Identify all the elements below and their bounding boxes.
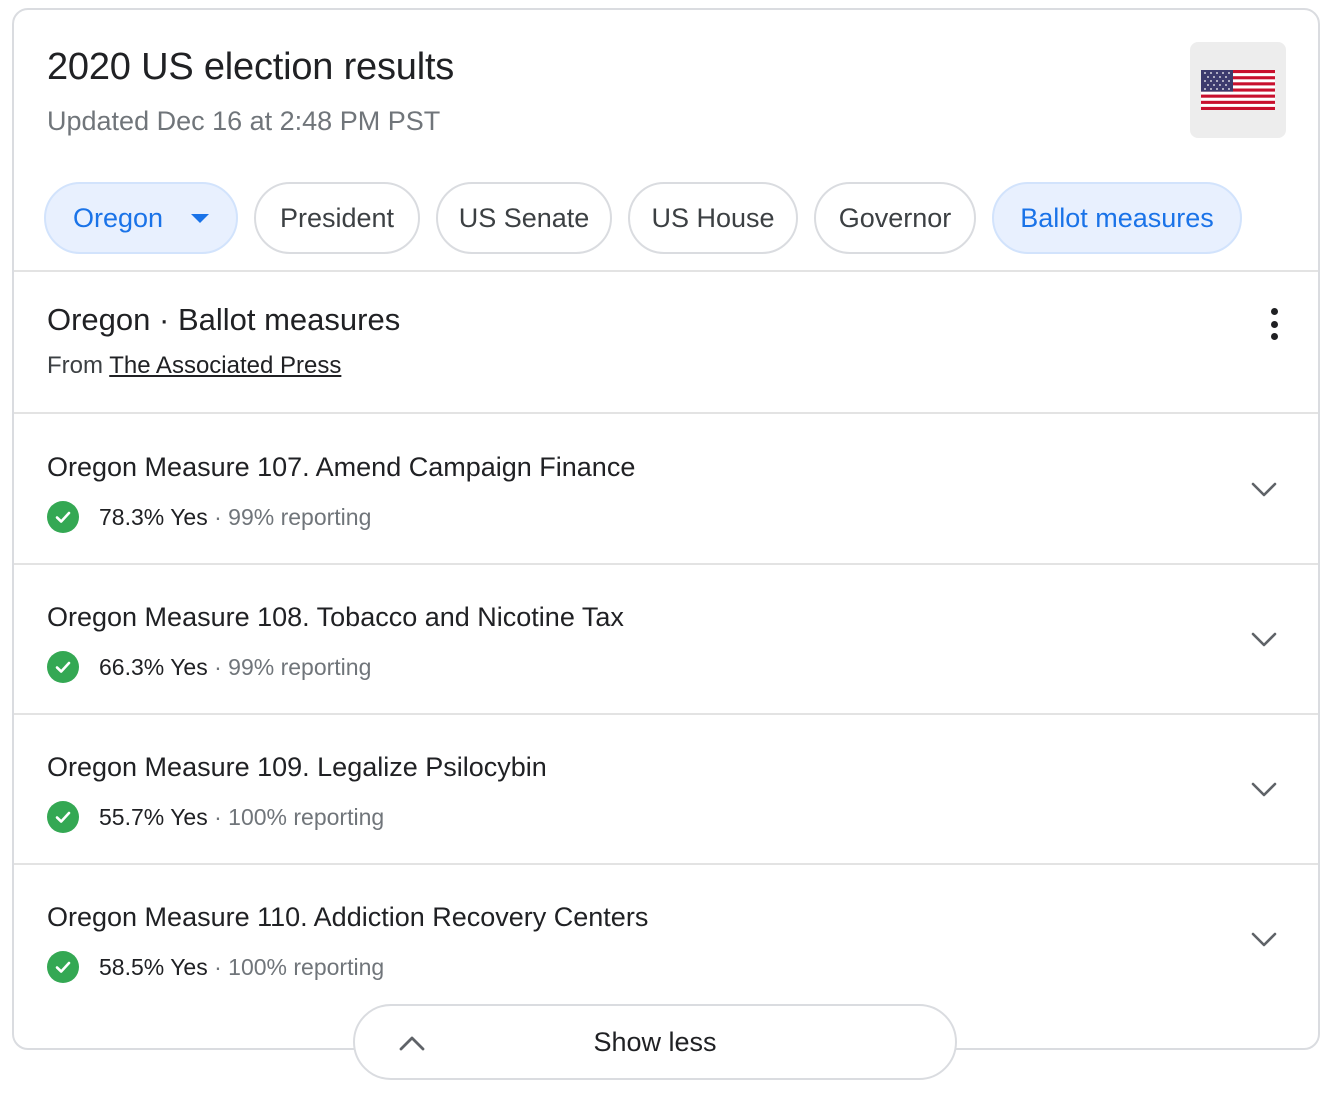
election-results-card: 2020 US election results Updated Dec 16 … — [12, 8, 1320, 1050]
chip-ballot-measures[interactable]: Ballot measures — [992, 182, 1242, 254]
measure-title: Oregon Measure 108. Tobacco and Nicotine… — [47, 602, 624, 632]
show-less-button[interactable]: Show less — [353, 1004, 957, 1080]
reporting-status: · 99% reporting — [214, 503, 372, 530]
chevron-down-icon[interactable] — [1248, 474, 1280, 506]
result-percent: 66.3% Yes — [99, 653, 208, 680]
result-percent: 58.5% Yes — [99, 953, 208, 980]
updated-timestamp: Updated Dec 16 at 2:48 PM PST — [47, 106, 441, 136]
chip-label: Governor — [838, 202, 952, 233]
section-title: Oregon · Ballot measures — [47, 302, 401, 337]
chip-us-senate[interactable]: US Senate — [436, 182, 612, 254]
chevron-down-icon[interactable] — [1248, 924, 1280, 956]
check-icon — [47, 651, 79, 683]
measure-title: Oregon Measure 110. Addiction Recovery C… — [47, 902, 649, 932]
chevron-up-icon — [399, 1036, 425, 1051]
chip-label: President — [279, 202, 395, 233]
measure-row[interactable]: Oregon Measure 110. Addiction Recovery C… — [14, 864, 1318, 1014]
chevron-down-icon[interactable] — [1248, 624, 1280, 656]
measure-result: 78.3% Yes · 99% reporting — [47, 500, 371, 534]
reporting-status: · 100% reporting — [214, 953, 385, 980]
measure-row[interactable]: Oregon Measure 107. Amend Campaign Finan… — [14, 414, 1318, 564]
chip-label: Ballot measures — [1020, 202, 1214, 233]
source-prefix: From — [47, 352, 103, 379]
measure-result: 55.7% Yes · 100% reporting — [47, 800, 384, 834]
result-percent: 55.7% Yes — [99, 803, 208, 830]
check-icon — [47, 951, 79, 983]
show-less-label: Show less — [593, 1026, 717, 1057]
reporting-status: · 100% reporting — [214, 803, 385, 830]
divider — [14, 270, 1318, 272]
result-percent: 78.3% Yes — [99, 503, 208, 530]
measure-title: Oregon Measure 109. Legalize Psilocybin — [47, 752, 547, 782]
measure-row[interactable]: Oregon Measure 109. Legalize Psilocybin … — [14, 714, 1318, 864]
chip-label: Oregon — [72, 202, 164, 233]
chip-label: US Senate — [458, 202, 590, 233]
measure-title: Oregon Measure 107. Amend Campaign Finan… — [47, 452, 636, 482]
check-icon — [47, 801, 79, 833]
source-link[interactable]: The Associated Press — [109, 352, 341, 379]
card-title: 2020 US election results — [47, 46, 455, 88]
more-options-icon[interactable] — [1258, 304, 1290, 344]
check-icon — [47, 501, 79, 533]
chip-president[interactable]: President — [254, 182, 420, 254]
us-flag-icon — [1190, 42, 1286, 138]
measure-result: 58.5% Yes · 100% reporting — [47, 950, 384, 984]
chip-label: US House — [651, 202, 775, 233]
source-line: From The Associated Press — [47, 352, 341, 380]
chevron-down-icon[interactable] — [1248, 774, 1280, 806]
reporting-status: · 99% reporting — [214, 653, 372, 680]
dropdown-caret-icon — [191, 213, 210, 223]
chip-oregon-dropdown[interactable]: Oregon — [44, 182, 238, 254]
chip-governor[interactable]: Governor — [814, 182, 976, 254]
measure-row[interactable]: Oregon Measure 108. Tobacco and Nicotine… — [14, 564, 1318, 714]
chip-us-house[interactable]: US House — [628, 182, 798, 254]
measure-result: 66.3% Yes · 99% reporting — [47, 650, 371, 684]
